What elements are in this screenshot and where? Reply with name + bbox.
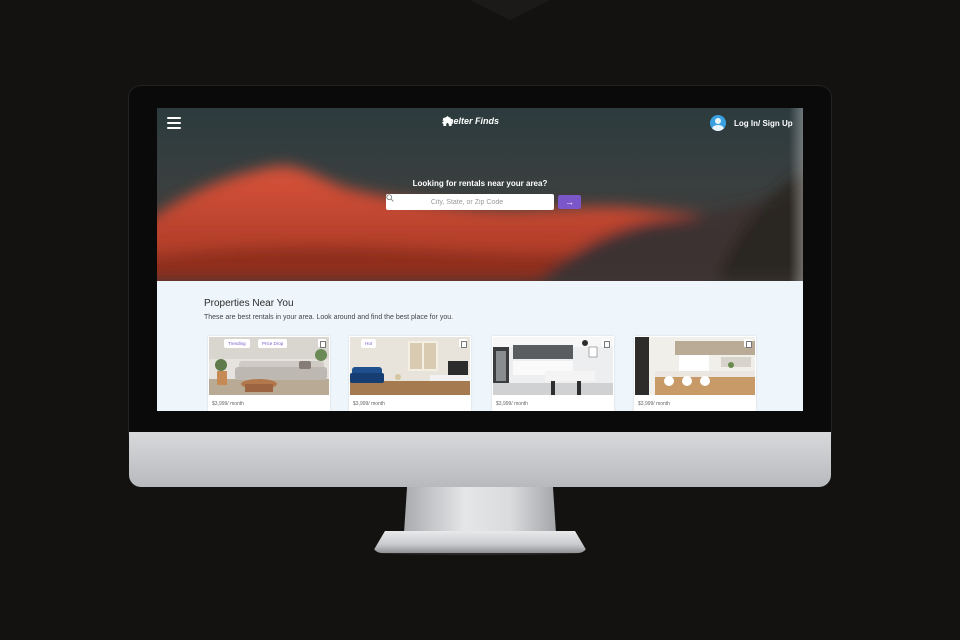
property-photo [635,337,755,395]
search-icon[interactable] [386,194,394,202]
property-tag: Price Drop [258,339,288,348]
hero-edge-glare [789,108,803,281]
login-signup-link[interactable]: Log In/ Sign Up [710,115,793,131]
property-price: $3,999/ month [496,401,528,407]
home-icon [442,116,453,126]
monitor-stand-base [372,531,588,553]
bookmark-icon[interactable] [459,339,467,348]
property-price: $3,999/ month [353,401,385,407]
property-card[interactable]: $3,999/ month [492,336,614,411]
search-box [386,194,554,210]
monitor-chin [129,432,831,487]
bookmark-icon[interactable] [318,339,326,348]
properties-title: Properties Near You [204,298,294,309]
brand-logo[interactable]: Shelter Finds [442,116,499,126]
monitor-stand-neck [404,487,556,533]
bookmark-icon[interactable] [744,339,752,348]
property-card[interactable]: Trending Price Drop $3,999/ month [208,336,330,411]
website-screen: Shelter Finds Log In/ Sign Up Looking fo… [157,108,803,411]
properties-subtitle: These are best rentals in your area. Loo… [204,314,454,321]
property-photo [493,337,613,395]
hero-banner: Shelter Finds Log In/ Sign Up Looking fo… [157,108,803,281]
property-tag: Hot [361,339,377,348]
property-tag: Trending [224,339,250,348]
property-price: $3,999/ month [212,401,244,407]
background-shape [470,0,550,20]
arrow-right-icon: → [565,197,574,207]
property-price: $3,999/ month [638,401,670,407]
bookmark-icon[interactable] [602,339,610,348]
hero-question: Looking for rentals near your area? [412,179,548,188]
property-card[interactable]: Hot $3,999/ month [349,336,471,411]
user-avatar-icon [710,115,726,131]
search-submit-button[interactable]: → [558,195,581,209]
location-search-input[interactable] [386,198,536,206]
menu-icon[interactable] [167,117,181,129]
property-card[interactable]: $3,999/ month [634,336,756,411]
login-signup-label: Log In/ Sign Up [734,118,793,128]
